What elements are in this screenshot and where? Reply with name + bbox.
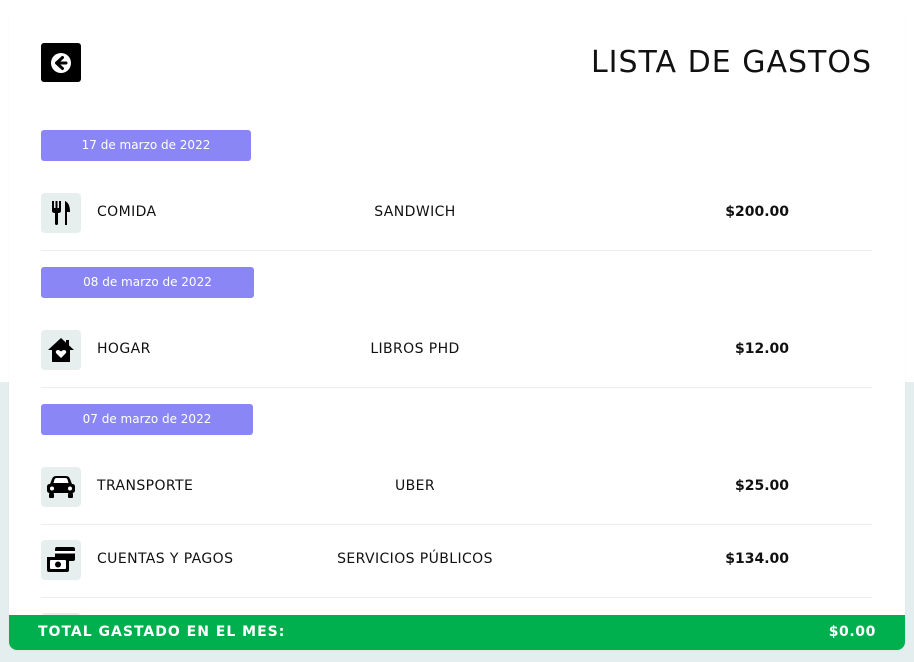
category-label: TRANSPORTE <box>97 478 194 494</box>
date-chip: 07 de marzo de 2022 <box>41 404 253 435</box>
total-bar: TOTAL GASTADO EN EL MES: $0.00 <box>9 615 905 650</box>
expense-row[interactable]: HOGAR LIBROS PHD $12.00 <box>41 314 872 388</box>
description-label: SERVICIOS PÚBLICOS <box>337 551 493 567</box>
expense-row[interactable]: COMIDA SANDWICH $200.00 <box>41 177 872 251</box>
date-chip: 17 de marzo de 2022 <box>41 130 251 161</box>
description-label: SANDWICH <box>374 204 456 220</box>
description-label: UBER <box>394 478 436 494</box>
arrow-left-icon <box>51 52 71 73</box>
fork-knife-icon <box>52 201 70 225</box>
amount-label: $25.00 <box>734 478 789 494</box>
car-icon <box>47 476 75 498</box>
page-title: LISTA DE GASTOS <box>590 45 872 80</box>
category-label: CUENTAS Y PAGOS <box>97 551 234 567</box>
total-label: TOTAL GASTADO EN EL MES: <box>38 624 286 640</box>
expense-row[interactable]: TRANSPORTE UBER $25.00 <box>41 451 872 525</box>
amount-label: $200.00 <box>725 204 789 220</box>
date-chip: 08 de marzo de 2022 <box>41 267 254 298</box>
expenses-card: LISTA DE GASTOS 17 de marzo de 2022 COMI… <box>9 10 905 650</box>
total-value: $0.00 <box>828 624 876 640</box>
amount-label: $12.00 <box>734 341 789 357</box>
amount-label: $134.00 <box>725 551 789 567</box>
expense-row[interactable]: CUENTAS Y PAGOS SERVICIOS PÚBLICOS $134.… <box>41 524 872 598</box>
money-cards-icon <box>47 547 75 572</box>
category-label: COMIDA <box>97 204 157 220</box>
description-label: LIBROS PHD <box>370 341 460 357</box>
back-button[interactable] <box>41 43 81 82</box>
house-heart-icon <box>48 338 74 362</box>
category-label: HOGAR <box>97 341 151 357</box>
